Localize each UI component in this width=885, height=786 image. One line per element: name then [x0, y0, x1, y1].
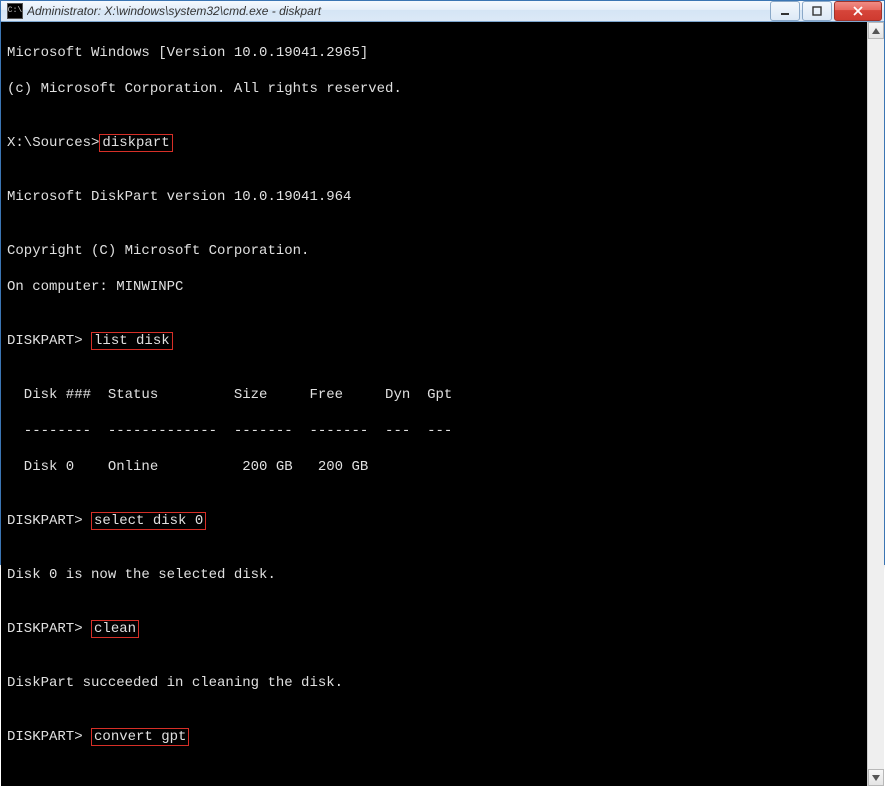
scroll-up-button[interactable] [868, 22, 884, 39]
output-line: Microsoft DiskPart version 10.0.19041.96… [7, 188, 861, 206]
titlebar[interactable]: C:\ Administrator: X:\windows\system32\c… [1, 1, 884, 22]
prompt-text: DISKPART> [7, 729, 91, 745]
close-icon [852, 6, 864, 16]
minimize-icon [780, 6, 790, 16]
prompt-line: DISKPART> list disk [7, 332, 861, 350]
terminal-output[interactable]: Microsoft Windows [Version 10.0.19041.29… [1, 22, 867, 786]
minimize-button[interactable] [770, 1, 800, 21]
maximize-icon [812, 6, 822, 16]
app-icon: C:\ [7, 3, 23, 19]
vertical-scrollbar[interactable] [867, 22, 884, 786]
close-button[interactable] [834, 1, 882, 21]
output-line: DiskPart succeeded in cleaning the disk. [7, 674, 861, 692]
output-line: Copyright (C) Microsoft Corporation. [7, 242, 861, 260]
prompt-line: DISKPART> convert gpt [7, 728, 861, 746]
output-line: On computer: MINWINPC [7, 278, 861, 296]
table-row: Disk 0 Online 200 GB 200 GB [7, 458, 861, 476]
table-header: Disk ### Status Size Free Dyn Gpt [7, 386, 861, 404]
prompt-text: DISKPART> [7, 513, 91, 529]
output-line: Disk 0 is now the selected disk. [7, 566, 861, 584]
highlighted-command: convert gpt [91, 728, 189, 746]
window-controls [770, 1, 882, 21]
cmd-window: C:\ Administrator: X:\windows\system32\c… [0, 0, 885, 565]
prompt-line: X:\Sources>diskpart [7, 134, 861, 152]
maximize-button[interactable] [802, 1, 832, 21]
prompt-line: DISKPART> select disk 0 [7, 512, 861, 530]
output-line: Microsoft Windows [Version 10.0.19041.29… [7, 44, 861, 62]
window-title: Administrator: X:\windows\system32\cmd.e… [27, 4, 770, 18]
highlighted-command: select disk 0 [91, 512, 206, 530]
terminal-area: Microsoft Windows [Version 10.0.19041.29… [1, 22, 884, 786]
highlighted-command: diskpart [99, 134, 172, 152]
prompt-line: DISKPART> clean [7, 620, 861, 638]
prompt-text: DISKPART> [7, 621, 91, 637]
table-separator: -------- ------------- ------- ------- -… [7, 422, 861, 440]
scrollbar-track[interactable] [868, 39, 884, 769]
highlighted-command: clean [91, 620, 139, 638]
highlighted-command: list disk [91, 332, 173, 350]
prompt-text: X:\Sources> [7, 135, 99, 151]
output-line: (c) Microsoft Corporation. All rights re… [7, 80, 861, 98]
scroll-down-button[interactable] [868, 769, 884, 786]
chevron-up-icon [872, 28, 880, 34]
prompt-text: DISKPART> [7, 333, 91, 349]
chevron-down-icon [872, 775, 880, 781]
